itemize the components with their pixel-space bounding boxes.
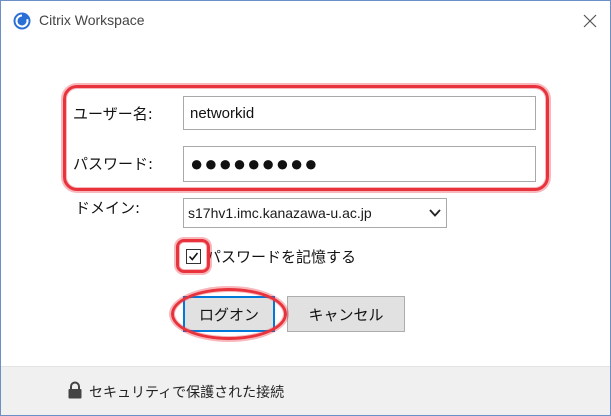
remember-password-checkbox[interactable] [186,249,201,264]
password-label: パスワード: [73,155,154,173]
domain-value: s17hv1.imc.kanazawa-u.ac.jp [188,205,372,221]
cancel-button[interactable]: キャンセル [287,296,405,332]
window-title: Citrix Workspace [39,12,145,28]
security-footer: セキュリティで保護された接続 [1,366,610,415]
chevron-down-icon [429,209,441,217]
remember-password-label: パスワードを記憶する [206,248,357,266]
secure-connection-text: セキュリティで保護された接続 [89,385,285,401]
lock-icon [68,381,82,399]
username-field[interactable]: networkid [183,96,536,130]
logon-button[interactable]: ログオン [183,296,275,332]
login-dialog: Citrix Workspace ユーザー名: networkid パスワード:… [0,0,611,416]
close-icon [583,14,597,28]
citrix-app-icon [13,12,31,30]
checkmark-icon [188,252,199,261]
domain-label: ドメイン: [75,199,141,217]
domain-select[interactable]: s17hv1.imc.kanazawa-u.ac.jp [183,198,447,228]
close-button[interactable] [576,7,604,35]
username-label: ユーザー名: [73,105,153,123]
title-bar: Citrix Workspace [1,1,610,41]
password-field[interactable]: ●●●●●●●●● [183,146,536,182]
